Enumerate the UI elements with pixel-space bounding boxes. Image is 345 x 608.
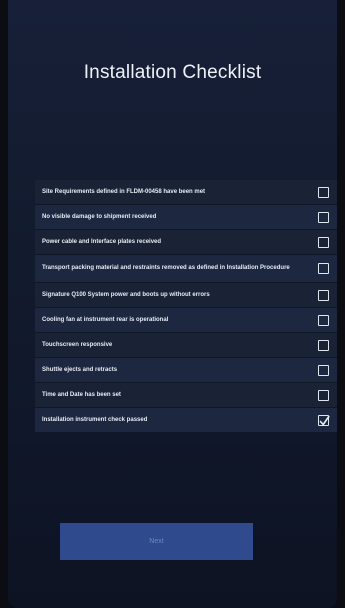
next-button[interactable]: Next: [60, 523, 253, 560]
checklist-item-label: No visible damage to shipment received: [42, 213, 157, 220]
checklist-item-label: Installation instrument check passed: [42, 416, 148, 423]
checkbox[interactable]: [318, 263, 329, 274]
checklist-item-label: Signature Q100 System power and boots up…: [42, 291, 210, 298]
checklist-item-label: Power cable and Interface plates receive…: [42, 238, 162, 245]
checklist-item-label: Touchscreen responsive: [42, 341, 113, 348]
checkbox[interactable]: [318, 339, 329, 351]
checklist-row[interactable]: Shuttle ejects and retracts: [35, 358, 337, 383]
app-screen: Installation Checklist Site Requirements…: [8, 0, 337, 608]
checklist-row[interactable]: Signature Q100 System power and boots up…: [35, 283, 337, 308]
checklist-row[interactable]: Power cable and Interface plates receive…: [35, 230, 337, 255]
checklist-item-label: Cooling fan at instrument rear is operat…: [42, 316, 169, 323]
checklist-item-label: Site Requirements defined in FLDM-00458 …: [42, 188, 206, 195]
checklist-row[interactable]: No visible damage to shipment received: [35, 205, 337, 230]
checklist-item-label: Transport packing material and restraint…: [42, 265, 290, 271]
checklist-row[interactable]: Time and Date has been set: [35, 383, 337, 408]
checklist-row[interactable]: Site Requirements defined in FLDM-00458 …: [35, 180, 337, 205]
checklist-row[interactable]: Cooling fan at instrument rear is operat…: [35, 308, 337, 333]
checkbox[interactable]: [318, 211, 329, 223]
page-title: Installation Checklist: [83, 62, 262, 83]
checklist-row[interactable]: Transport packing material and restraint…: [35, 255, 337, 283]
checkbox[interactable]: [318, 186, 329, 198]
installation-checklist: Site Requirements defined in FLDM-00458 …: [35, 180, 337, 433]
checkbox[interactable]: [318, 364, 329, 376]
checklist-item-label: Time and Date has been set: [42, 391, 121, 398]
checkbox[interactable]: [318, 236, 329, 248]
checkbox[interactable]: [318, 389, 329, 401]
checkbox[interactable]: [318, 289, 329, 301]
checkmark-icon: [319, 415, 330, 425]
checklist-row[interactable]: Touchscreen responsive: [35, 333, 337, 358]
checkbox[interactable]: [318, 414, 330, 426]
checklist-item-label: Shuttle ejects and retracts: [42, 366, 118, 373]
checklist-row[interactable]: Installation instrument check passed: [35, 408, 337, 433]
checkbox[interactable]: [318, 314, 329, 326]
